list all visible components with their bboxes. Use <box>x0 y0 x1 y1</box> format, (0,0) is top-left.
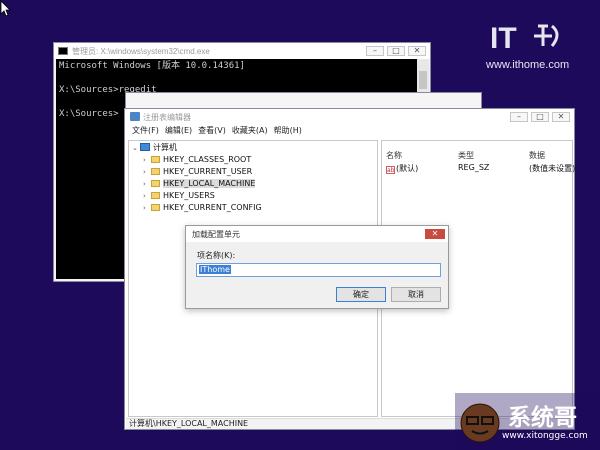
value-type: REG_SZ <box>458 163 490 172</box>
maximize-button[interactable]: □ <box>531 112 549 122</box>
regedit-titlebar[interactable]: 注册表编辑器 – □ ✕ <box>125 109 574 125</box>
value-data: (数值未设置) <box>529 164 576 173</box>
folder-icon <box>151 192 160 199</box>
tree-item-hkcr[interactable]: › HKEY_CLASSES_ROOT <box>143 154 251 166</box>
expand-arrow-icon[interactable]: › <box>143 166 151 178</box>
tree-item-hkcu[interactable]: › HKEY_CURRENT_USER <box>143 166 252 178</box>
cmd-icon <box>58 47 68 55</box>
menu-bar: 文件(F) 编辑(E) 查看(V) 收藏夹(A) 帮助(H) <box>125 125 574 139</box>
close-button[interactable]: ✕ <box>408 46 426 56</box>
key-name-label: 项名称(K): <box>197 251 236 260</box>
tree-item-hku[interactable]: › HKEY_USERS <box>143 190 215 202</box>
menu-file[interactable]: 文件(F) <box>132 126 159 135</box>
expand-arrow-icon[interactable]: › <box>143 202 151 214</box>
menu-help[interactable]: 帮助(H) <box>274 126 302 135</box>
ithome-url: www.ithome.com <box>486 59 570 71</box>
mouse-cursor-icon <box>0 0 11 17</box>
minimize-button[interactable]: – <box>366 46 384 56</box>
ok-button[interactable]: 确定 <box>336 287 386 302</box>
tree-item-hklm[interactable]: › HKEY_LOCAL_MACHINE <box>143 178 256 190</box>
load-hive-dialog[interactable]: 加载配置单元 ✕ 项名称(K): IThome 确定 取消 <box>185 225 449 309</box>
tree-item-label: HKEY_CURRENT_USER <box>163 167 253 176</box>
value-name[interactable]: ab (默认) <box>386 163 418 174</box>
computer-icon <box>140 143 150 151</box>
expand-arrow-icon[interactable]: › <box>143 178 151 190</box>
dialog-title: 加载配置单元 <box>192 230 240 239</box>
folder-icon <box>151 180 160 187</box>
regedit-icon <box>130 112 140 121</box>
cmd-titlebar[interactable]: 管理员: X:\windows\system32\cmd.exe – □ ✕ <box>54 43 430 59</box>
column-header-data[interactable]: 数据 <box>529 150 545 161</box>
cancel-button[interactable]: 取消 <box>391 287 441 302</box>
tree-root-label: 计算机 <box>153 143 177 152</box>
menu-view[interactable]: 查看(V) <box>198 126 226 135</box>
expand-arrow-icon[interactable]: › <box>143 190 151 202</box>
dialog-close-button[interactable]: ✕ <box>425 229 445 239</box>
tree-item-label: HKEY_USERS <box>163 191 215 200</box>
tree-item-hkcc[interactable]: › HKEY_CURRENT_CONFIG <box>143 202 262 214</box>
minimize-button[interactable]: – <box>510 112 528 122</box>
console-line: Microsoft Windows [版本 10.0.14361] <box>59 61 245 71</box>
column-header-type[interactable]: 类型 <box>458 150 474 161</box>
folder-icon <box>151 168 160 175</box>
folder-icon <box>151 204 160 211</box>
close-button[interactable]: ✕ <box>552 112 570 122</box>
xitongge-title: 系统哥 <box>508 405 577 431</box>
key-name-input[interactable]: IThome <box>196 263 441 277</box>
regedit-title: 注册表编辑器 <box>143 113 191 122</box>
dialog-titlebar[interactable]: 加载配置单元 ✕ <box>186 226 448 242</box>
menu-favorites[interactable]: 收藏夹(A) <box>232 126 268 135</box>
key-name-value: IThome <box>199 265 231 274</box>
svg-text:IT: IT <box>490 22 517 55</box>
xitongge-url: www.xitongge.com <box>502 431 588 441</box>
menu-edit[interactable]: 编辑(E) <box>165 126 192 135</box>
expand-arrow-icon[interactable]: › <box>143 154 151 166</box>
tree-item-label: HKEY_CURRENT_CONFIG <box>163 203 262 212</box>
ithome-logo: IT <box>490 22 559 55</box>
string-value-icon: ab <box>386 166 395 174</box>
column-header-name[interactable]: 名称 <box>386 150 402 161</box>
value-name-label: (默认) <box>396 164 419 173</box>
tree-item-label: HKEY_CLASSES_ROOT <box>163 155 252 164</box>
maximize-button[interactable]: □ <box>387 46 405 56</box>
collapse-arrow-icon[interactable]: ⌄ <box>132 142 140 154</box>
scrollbar-thumb[interactable] <box>419 71 427 89</box>
tree-root[interactable]: ⌄ 计算机 <box>132 142 177 154</box>
cmd-title: 管理员: X:\windows\system32\cmd.exe <box>72 47 210 56</box>
tree-item-label: HKEY_LOCAL_MACHINE <box>163 179 256 188</box>
folder-icon <box>151 156 160 163</box>
